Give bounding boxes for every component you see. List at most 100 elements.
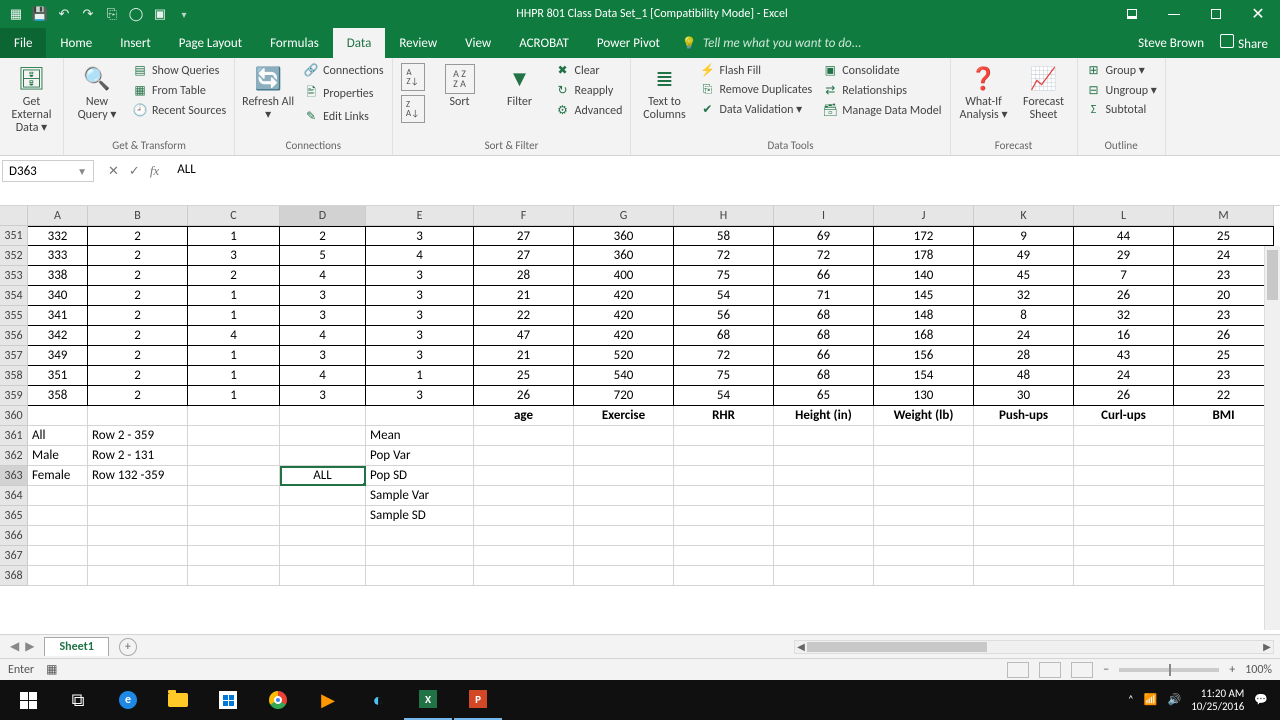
cell[interactable]: 7 [1074,266,1174,286]
cell[interactable]: 28 [474,266,574,286]
cell[interactable]: 32 [974,286,1074,306]
cell[interactable]: 21 [474,346,574,366]
cell[interactable]: 68 [774,306,874,326]
cell[interactable] [674,466,774,486]
cell[interactable]: 49 [974,246,1074,266]
cell[interactable]: 358 [28,386,88,406]
macro-record-icon[interactable]: ▦ [46,662,57,677]
cell[interactable]: 4 [280,366,366,386]
cell[interactable] [574,466,674,486]
cell[interactable]: 3 [280,346,366,366]
cell[interactable]: 68 [774,366,874,386]
row-header[interactable]: 354 [0,286,28,306]
cell[interactable]: 168 [874,326,974,346]
cell[interactable] [1174,426,1274,446]
cell[interactable]: 71 [774,286,874,306]
page-break-view-button[interactable] [1071,662,1093,678]
cell[interactable] [188,526,280,546]
cell[interactable]: 154 [874,366,974,386]
cell[interactable] [874,546,974,566]
cell[interactable]: 1 [188,366,280,386]
cell[interactable] [974,446,1074,466]
row-header[interactable]: 364 [0,486,28,506]
share-button[interactable]: Share [1220,34,1268,52]
cell[interactable] [366,526,474,546]
cell[interactable]: BMI [1174,406,1274,426]
sheet-tab[interactable]: Sheet1 [44,637,108,656]
cell[interactable]: 420 [574,286,674,306]
cell[interactable]: 5 [280,246,366,266]
edge-button[interactable]: e [104,680,152,720]
qat-icon[interactable]: ⎘ [104,6,120,22]
refresh-all-button[interactable]: 🔄Refresh All ▾ [241,62,295,122]
cell[interactable]: 68 [674,326,774,346]
cell[interactable]: 1 [188,286,280,306]
cell[interactable] [774,546,874,566]
zoom-out-button[interactable]: − [1103,663,1109,677]
cell[interactable]: 2 [88,246,188,266]
cell[interactable]: 26 [1174,326,1274,346]
ungroup-button[interactable]: ⊟Ungroup ▾ [1084,82,1159,99]
sheet-nav-prev-icon[interactable]: ◀ [10,639,19,654]
cell[interactable] [188,426,280,446]
zoom-slider[interactable] [1119,668,1219,672]
cell[interactable] [974,466,1074,486]
cell[interactable]: 341 [28,306,88,326]
cell[interactable]: 3 [366,346,474,366]
cell[interactable] [88,566,188,586]
cell[interactable] [574,526,674,546]
save-icon[interactable]: 💾 [32,6,48,22]
column-header[interactable]: A [28,206,88,226]
clear-button[interactable]: ✖Clear [553,62,625,79]
maximize-icon[interactable] [1196,0,1236,28]
cell[interactable]: Pop SD [366,466,474,486]
cell[interactable]: 4 [188,326,280,346]
tab-pagelayout[interactable]: Page Layout [165,28,256,58]
row-header[interactable]: 356 [0,326,28,346]
cell[interactable] [874,466,974,486]
cell[interactable]: Height (in) [774,406,874,426]
cell[interactable]: 2 [88,346,188,366]
cell[interactable] [974,546,1074,566]
cell[interactable] [774,426,874,446]
cell[interactable]: 69 [774,226,874,246]
connections-button[interactable]: 🔗Connections [301,62,385,79]
row-header[interactable]: 359 [0,386,28,406]
cell[interactable] [874,446,974,466]
enter-icon[interactable]: ✓ [129,164,140,179]
cell[interactable] [474,446,574,466]
cell[interactable]: 2 [88,366,188,386]
column-header[interactable]: H [674,206,774,226]
sort-az-button[interactable]: AZ↓ [399,62,427,92]
group-button[interactable]: ⊞Group ▾ [1084,62,1159,79]
cell[interactable]: Female [28,466,88,486]
row-header[interactable]: 358 [0,366,28,386]
cell[interactable]: 145 [874,286,974,306]
cell[interactable]: 68 [774,326,874,346]
tab-powerpivot[interactable]: Power Pivot [583,28,674,58]
cell[interactable]: 3 [280,306,366,326]
cell[interactable] [774,526,874,546]
column-header[interactable]: D [280,206,366,226]
cell[interactable]: 2 [188,266,280,286]
cell[interactable]: 2 [88,306,188,326]
cell[interactable] [774,466,874,486]
cell[interactable]: 23 [1174,306,1274,326]
cell[interactable]: Mean [366,426,474,446]
cell[interactable]: 342 [28,326,88,346]
store-button[interactable] [204,680,252,720]
cell[interactable] [88,526,188,546]
cell[interactable]: Push-ups [974,406,1074,426]
cell[interactable] [188,486,280,506]
formula-input[interactable]: ALL [167,156,1280,177]
network-icon[interactable]: 📶 [1144,693,1158,706]
sort-button[interactable]: A ZZ ASort [433,62,487,109]
tab-acrobat[interactable]: ACROBAT [505,28,583,58]
cell[interactable]: 2 [88,386,188,406]
advanced-button[interactable]: ⚙Advanced [553,102,625,119]
cell[interactable]: 540 [574,366,674,386]
column-header[interactable]: E [366,206,474,226]
cell[interactable] [874,526,974,546]
cell[interactable] [1074,506,1174,526]
cell[interactable]: 400 [574,266,674,286]
